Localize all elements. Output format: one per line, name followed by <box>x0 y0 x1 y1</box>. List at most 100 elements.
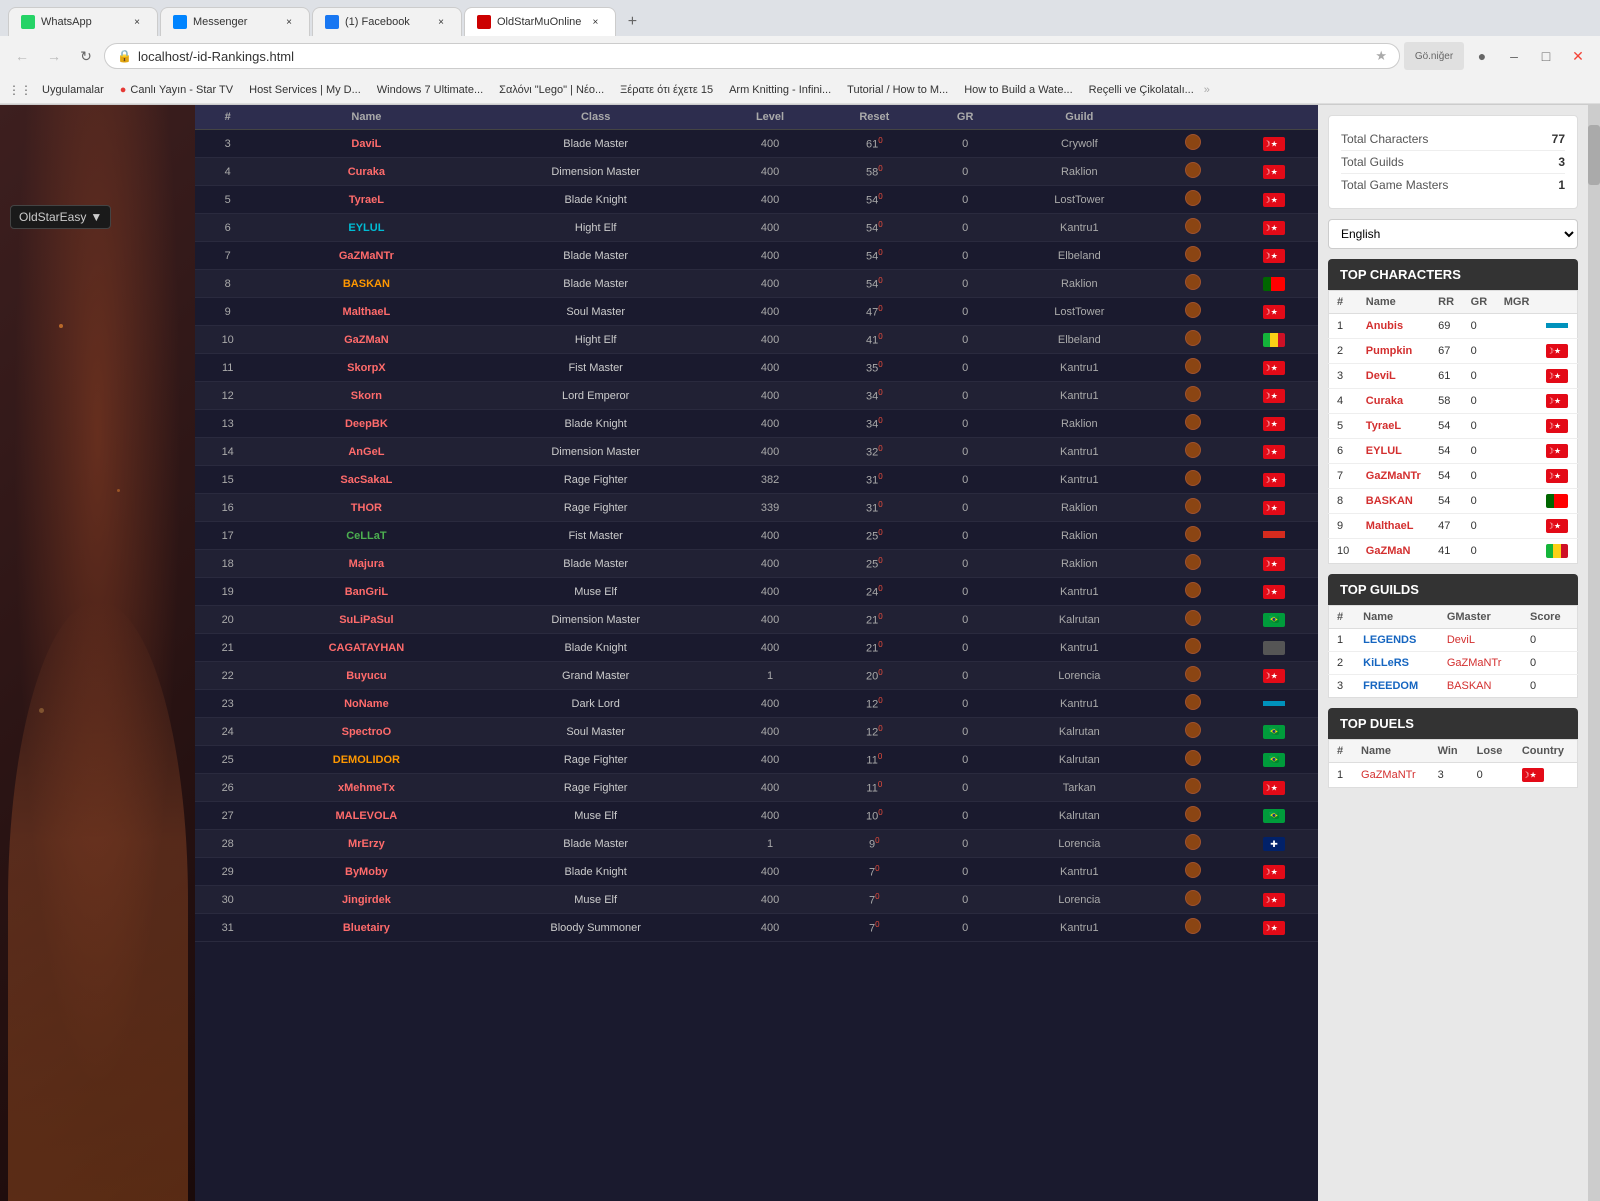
tc-name[interactable]: DeviL <box>1358 364 1430 389</box>
tg-name[interactable]: LEGENDS <box>1355 629 1439 652</box>
bookmark-recelli[interactable]: Reçelli ve Çikolatalı... <box>1083 82 1200 98</box>
tc-name[interactable]: MalthaeL <box>1358 514 1430 539</box>
tg-gmaster[interactable]: BASKAN <box>1439 675 1522 698</box>
cell-name[interactable]: Skorn <box>260 382 472 410</box>
extensions-button[interactable]: ● <box>1468 42 1496 70</box>
cell-name[interactable]: Curaka <box>260 158 472 186</box>
bookmark-host[interactable]: Host Services | My D... <box>243 82 367 98</box>
top-duel-row: 1 GaZMaNTr 3 0 ☽★ <box>1329 763 1578 788</box>
maximize-button[interactable]: □ <box>1532 42 1560 70</box>
tc-name[interactable]: BASKAN <box>1358 489 1430 514</box>
bookmark-water[interactable]: How to Build a Wate... <box>958 82 1078 98</box>
tc-name[interactable]: GaZMaN <box>1358 539 1430 564</box>
tc-mgr <box>1496 464 1538 489</box>
bookmark-saloni[interactable]: Σαλόνι "Lego" | Νέο... <box>493 82 610 98</box>
cell-name[interactable]: THOR <box>260 494 472 522</box>
tc-name[interactable]: Curaka <box>1358 389 1430 414</box>
cell-flag: 🇧🇷 <box>1230 802 1318 830</box>
back-button[interactable]: ← <box>8 42 36 70</box>
cell-name[interactable]: Buyucu <box>260 662 472 690</box>
cell-name[interactable]: ByMoby <box>260 858 472 886</box>
cell-name[interactable]: MALEVOLA <box>260 802 472 830</box>
bookmark-arm[interactable]: Arm Knitting - Infini... <box>723 82 837 98</box>
cell-name[interactable]: SpectroO <box>260 718 472 746</box>
reload-button[interactable]: ↻ <box>72 42 100 70</box>
cell-name[interactable]: GaZMaNTr <box>260 242 472 270</box>
bookmark-canli[interactable]: ● Canlı Yayın - Star TV <box>114 82 239 98</box>
table-row: 21 CAGATAYHAN Blade Knight 400 210 0 Kan… <box>195 634 1318 662</box>
tab-facebook-close[interactable]: × <box>433 14 449 30</box>
guild-icon <box>1185 834 1201 850</box>
duel-rank: 1 <box>1329 763 1354 788</box>
cell-name[interactable]: CAGATAYHAN <box>260 634 472 662</box>
cell-name[interactable]: GaZMaN <box>260 326 472 354</box>
bookmark-xerate[interactable]: Ξέρατε ότι έχετε 15 <box>614 82 719 98</box>
cell-gr: 0 <box>928 662 1003 690</box>
cell-name[interactable]: xMehmeTx <box>260 774 472 802</box>
cell-name[interactable]: BASKAN <box>260 270 472 298</box>
tc-name[interactable]: TyraeL <box>1358 414 1430 439</box>
bookmark-tutorial[interactable]: Tutorial / How to M... <box>841 82 954 98</box>
top-char-row: 3 DeviL 61 0 ☽★ <box>1329 364 1578 389</box>
apps-icon[interactable]: ⋮⋮ <box>8 83 32 97</box>
cell-name[interactable]: AnGeL <box>260 438 472 466</box>
tab-messenger[interactable]: Messenger × <box>160 7 310 36</box>
cell-name[interactable]: DeepBK <box>260 410 472 438</box>
cell-name[interactable]: DaviL <box>260 130 472 158</box>
tg-gmaster[interactable]: GaZMaNTr <box>1439 652 1522 675</box>
cell-rank: 14 <box>195 438 260 466</box>
cell-name[interactable]: Jingirdek <box>260 886 472 914</box>
cell-rank-icon <box>1156 494 1230 522</box>
new-tab-button[interactable]: + <box>618 8 646 36</box>
cell-name[interactable]: MalthaeL <box>260 298 472 326</box>
cell-name[interactable]: NoName <box>260 690 472 718</box>
language-select[interactable]: English Turkish German Portuguese <box>1328 219 1578 249</box>
close-button[interactable]: ✕ <box>1564 42 1592 70</box>
tg-name[interactable]: KiLLeRS <box>1355 652 1439 675</box>
cell-name[interactable]: SacSakaL <box>260 466 472 494</box>
tab-oldstar-close[interactable]: × <box>587 14 603 30</box>
cell-name[interactable]: BanGriL <box>260 578 472 606</box>
more-bookmarks[interactable]: » <box>1204 84 1210 96</box>
cell-name[interactable]: TyraeL <box>260 186 472 214</box>
cell-name[interactable]: CeLLaT <box>260 522 472 550</box>
guild-icon <box>1185 498 1201 514</box>
cell-reset: 240 <box>821 578 927 606</box>
scrollbar[interactable] <box>1588 105 1600 1201</box>
bookmark-win7[interactable]: Windows 7 Ultimate... <box>371 82 489 98</box>
cell-name[interactable]: EYLUL <box>260 214 472 242</box>
address-bar[interactable]: 🔒 localhost/-id-Rankings.html ★ <box>104 43 1400 69</box>
cell-name[interactable]: SuLiPaSul <box>260 606 472 634</box>
table-row: 20 SuLiPaSul Dimension Master 400 210 0 … <box>195 606 1318 634</box>
cell-name[interactable]: Bluetairy <box>260 914 472 942</box>
scroll-thumb[interactable] <box>1588 125 1600 185</box>
main-area[interactable]: # Name Class Level Reset GR Guild 3 Davi… <box>195 105 1318 1201</box>
cell-flag: ☽★ <box>1230 886 1318 914</box>
cell-name[interactable]: DEMOLIDOR <box>260 746 472 774</box>
tab-oldstar[interactable]: OldStarMuOnline × <box>464 7 616 36</box>
star-icon[interactable]: ★ <box>1375 48 1387 64</box>
tg-gmaster[interactable]: DeviL <box>1439 629 1522 652</box>
forward-button[interactable]: → <box>40 42 68 70</box>
tc-name[interactable]: EYLUL <box>1358 439 1430 464</box>
cell-flag: 🇧🇷 <box>1230 606 1318 634</box>
table-row: 31 Bluetairy Bloody Summoner 400 70 0 Ka… <box>195 914 1318 942</box>
duel-name[interactable]: GaZMaNTr <box>1353 763 1430 788</box>
cell-name[interactable]: Majura <box>260 550 472 578</box>
tc-name[interactable]: GaZMaNTr <box>1358 464 1430 489</box>
minimize-button[interactable]: – <box>1500 42 1528 70</box>
tc-name[interactable]: Pumpkin <box>1358 339 1430 364</box>
tab-whatsapp[interactable]: WhatsApp × <box>8 7 158 36</box>
tc-name[interactable]: Anubis <box>1358 314 1430 339</box>
cell-name[interactable]: MrErzy <box>260 830 472 858</box>
table-row: 11 SkorpX Fist Master 400 350 0 Kantru1 … <box>195 354 1318 382</box>
go-button[interactable]: Gö.niğer <box>1404 42 1464 70</box>
tab-facebook[interactable]: (1) Facebook × <box>312 7 462 36</box>
cell-name[interactable]: SkorpX <box>260 354 472 382</box>
cell-rank: 23 <box>195 690 260 718</box>
tg-name[interactable]: FREEDOM <box>1355 675 1439 698</box>
bookmark-uygulamalar[interactable]: Uygulamalar <box>36 82 110 98</box>
tab-whatsapp-close[interactable]: × <box>129 14 145 30</box>
tab-messenger-close[interactable]: × <box>281 14 297 30</box>
site-dropdown[interactable]: OldStarEasy ▼ <box>10 205 111 229</box>
